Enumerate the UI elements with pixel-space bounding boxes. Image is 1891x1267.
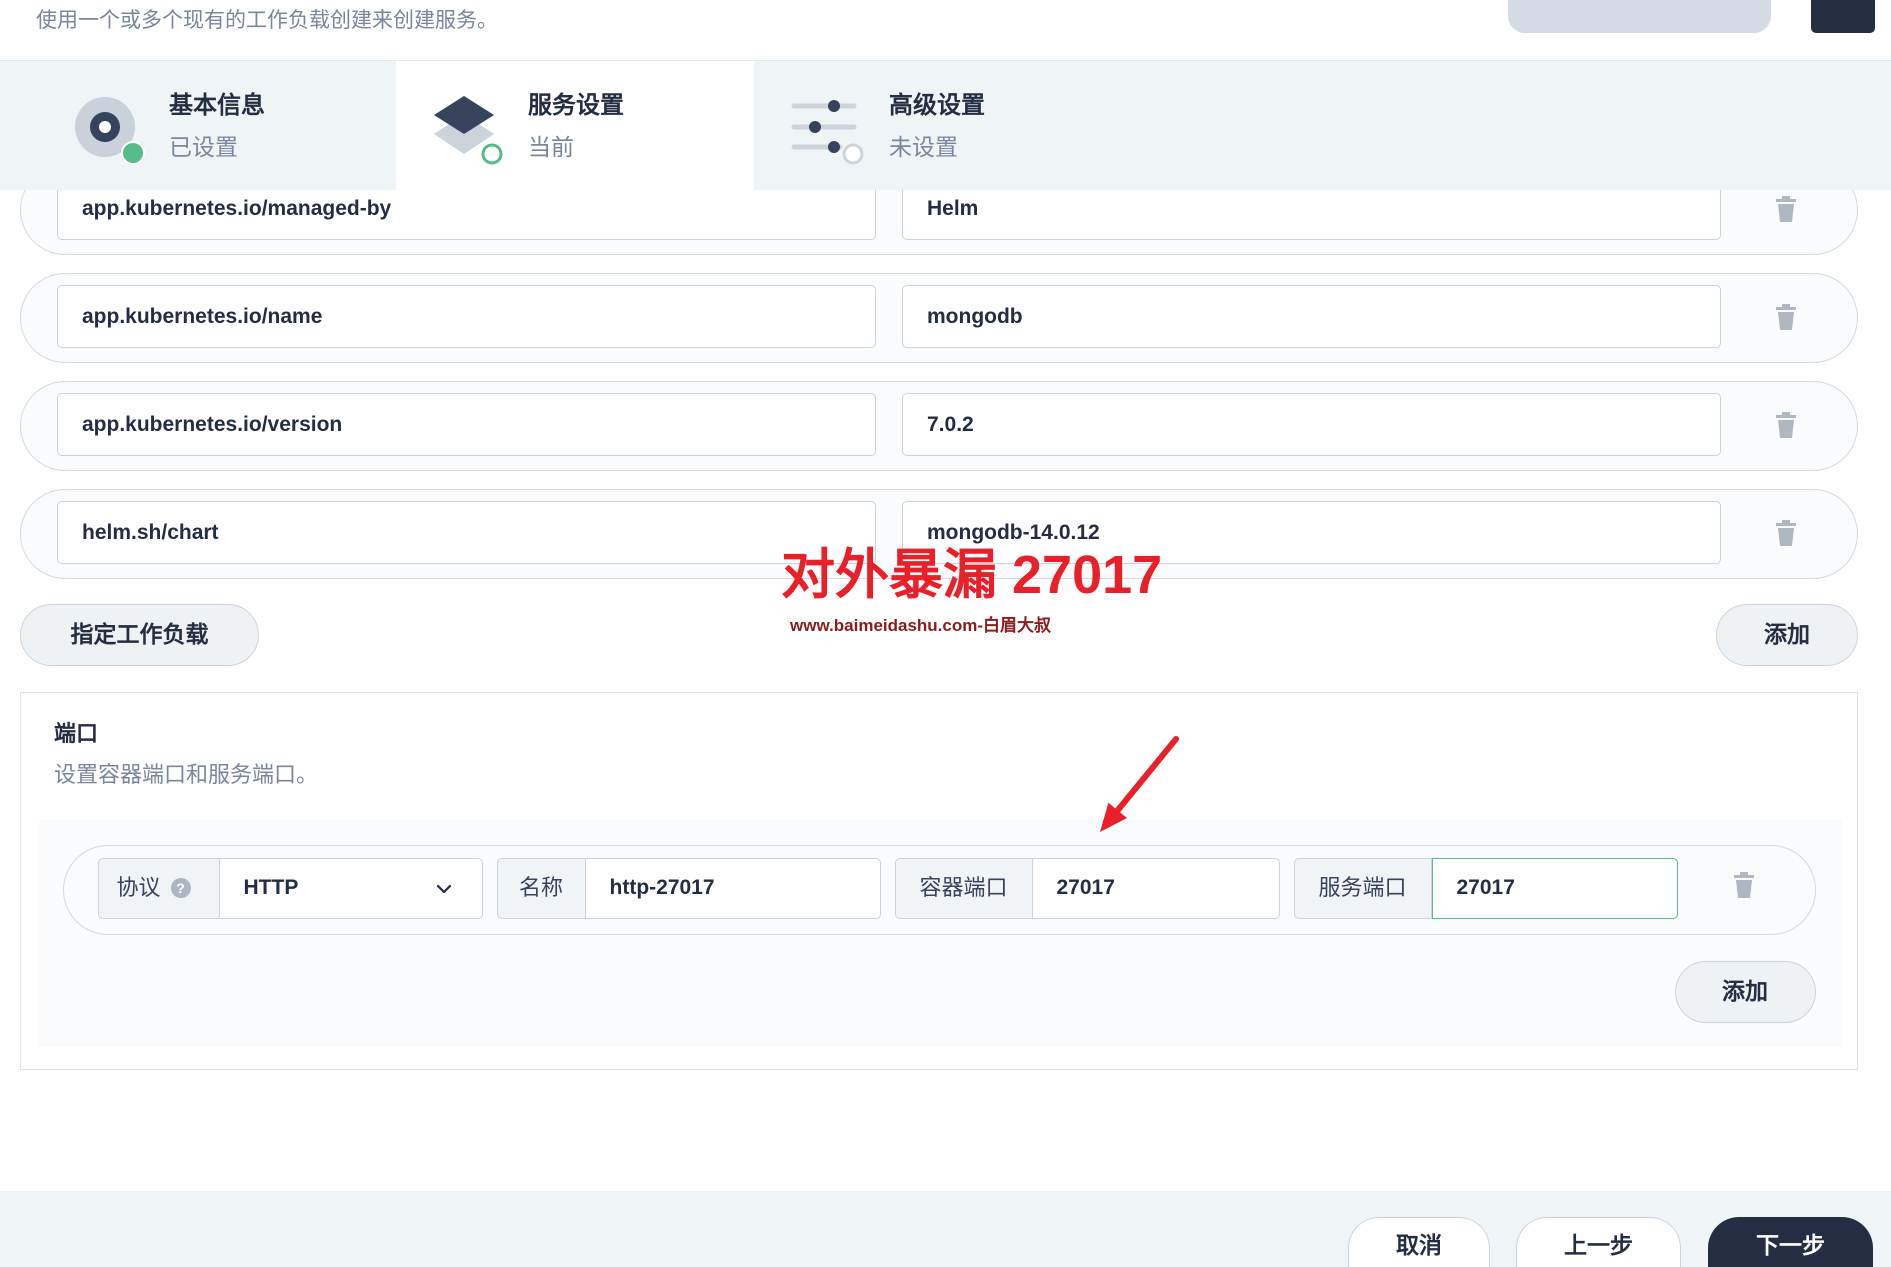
service-port-input[interactable] — [1431, 857, 1678, 919]
step-title: 服务设置 — [528, 92, 624, 119]
label-key-input[interactable] — [57, 285, 876, 348]
container-port-input[interactable] — [1032, 857, 1280, 919]
add-port-button[interactable]: 添加 — [1674, 960, 1816, 1023]
cancel-button[interactable]: 取消 — [1348, 1217, 1490, 1267]
annotation-source: www.baimeidashu.com-白眉大叔 — [790, 616, 1052, 635]
protocol-label: 协议 ? — [97, 857, 220, 919]
annotation-arrow-icon — [1100, 736, 1179, 832]
ports-section: 端口 设置容器端口和服务端口。 协议 ? HTTP 名称 容器端口 服务端口 添… — [20, 692, 1858, 1070]
previous-button[interactable]: 上一步 — [1516, 1217, 1681, 1267]
port-name-input[interactable] — [585, 857, 881, 919]
trash-icon[interactable] — [1776, 412, 1796, 438]
label-row — [20, 273, 1858, 363]
label-key-input[interactable] — [57, 393, 876, 456]
label-key-input[interactable] — [57, 501, 876, 564]
sliders-icon — [791, 100, 864, 165]
label-row — [20, 381, 1858, 471]
step-tabs: 基本信息 已设置 服务设置 当前 高级设置 未设置 — [0, 61, 1891, 190]
chevron-down-icon — [436, 884, 451, 893]
header-close-button[interactable] — [1811, 0, 1875, 33]
protocol-value: HTTP — [243, 875, 299, 899]
trash-icon[interactable] — [1776, 520, 1796, 546]
trash-icon[interactable] — [1776, 304, 1796, 330]
port-name-label: 名称 — [496, 857, 586, 919]
step-status: 已设置 — [169, 134, 238, 160]
ports-list: 协议 ? HTTP 名称 容器端口 服务端口 添加 — [38, 819, 1842, 1047]
step-service-settings[interactable]: 服务设置 当前 — [396, 61, 754, 190]
service-port-label: 服务端口 — [1293, 857, 1432, 919]
step-basic-info[interactable]: 基本信息 已设置 — [0, 61, 396, 190]
step-title: 基本信息 — [169, 92, 265, 119]
modal-subtitle: 使用一个或多个现有的工作负载创建来创建服务。 — [36, 9, 498, 32]
protocol-select[interactable]: HTTP — [219, 857, 483, 919]
port-row: 协议 ? HTTP 名称 容器端口 服务端口 — [62, 844, 1816, 935]
step-status: 当前 — [528, 134, 574, 160]
label-value-input[interactable] — [902, 393, 1721, 456]
protocol-label-text: 协议 — [116, 875, 161, 900]
modal-header: 使用一个或多个现有的工作负载创建来创建服务。 — [0, 0, 1891, 61]
label-value-input[interactable] — [902, 285, 1721, 348]
info-circle-icon — [75, 97, 145, 165]
step-title: 高级设置 — [889, 92, 985, 119]
header-pill-button[interactable] — [1508, 0, 1771, 33]
specify-workload-button[interactable]: 指定工作负载 — [20, 604, 259, 666]
ports-description: 设置容器端口和服务端口。 — [54, 762, 319, 787]
step-status: 未设置 — [889, 134, 958, 160]
container-port-label: 容器端口 — [894, 857, 1033, 919]
trash-icon[interactable] — [1776, 196, 1796, 222]
help-icon[interactable]: ? — [170, 878, 191, 898]
ports-title: 端口 — [54, 721, 99, 746]
layers-icon — [434, 96, 503, 165]
next-button[interactable]: 下一步 — [1708, 1217, 1873, 1267]
annotation-text: 对外暴漏 27017 — [781, 545, 1163, 605]
modal-footer: 取消 上一步 下一步 — [0, 1191, 1891, 1267]
add-label-button[interactable]: 添加 — [1716, 604, 1858, 666]
step-advanced-settings[interactable]: 高级设置 未设置 — [754, 61, 1134, 190]
trash-icon[interactable] — [1733, 871, 1754, 898]
